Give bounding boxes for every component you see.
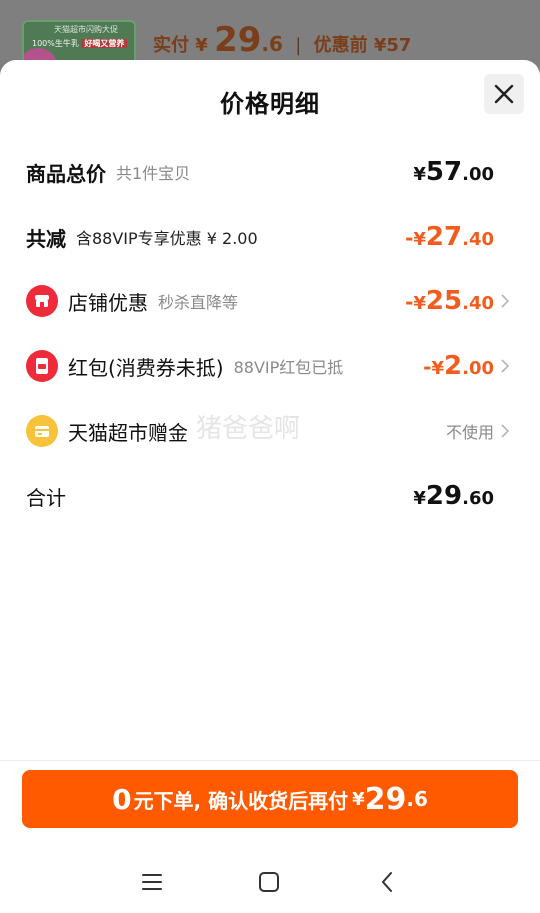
red-packet-icon [26,350,58,382]
row-total-reduction: 共减 含88VIP专享优惠 ¥ 2.00 -¥27.40 [26,217,514,257]
close-button[interactable] [484,74,524,114]
chevron-right-icon [500,421,514,441]
chevron-right-icon [500,356,514,376]
reduction-amount: -¥27.40 [405,222,494,252]
back-button[interactable] [369,864,405,900]
reduction-vip-note: 含88VIP专享优惠 ¥ 2.00 [76,229,258,248]
price-detail-sheet: 价格明细 商品总价 共1件宝贝 ¥57.00 共减 含88VIP专享优惠 ¥ 2… [0,60,540,913]
row-red-packet[interactable]: 红包(消费券未抵) 88VIP红包已抵 -¥2.00 [26,346,514,386]
divider [0,760,540,761]
thumbnail-slogan: 100%生牛乳 好喝又营养 [32,38,128,49]
red-packet-label: 红包(消费券未抵) [68,355,224,380]
grand-total-amount: ¥29.60 [413,481,494,511]
paid-price-summary: 实付 ¥ 29.6 | 优惠前 ¥57 [153,20,412,60]
back-icon [381,872,392,892]
grand-total-label: 合计 [26,485,66,510]
store-icon [26,285,58,317]
row-store-discount[interactable]: 店铺优惠 秒杀直降等 -¥25.40 [26,281,514,321]
red-packet-amount: -¥2.00 [423,351,494,381]
store-discount-label: 店铺优惠 [68,290,148,315]
store-discount-note: 秒杀直降等 [158,293,239,312]
goods-count: 共1件宝贝 [116,164,191,183]
thumbnail-banner-text: 天猫超市闪购大促 [54,25,118,34]
red-packet-note: 88VIP红包已抵 [233,358,344,377]
home-icon [259,872,279,892]
chevron-right-icon [500,291,514,311]
goods-total-label: 商品总价 [26,161,106,186]
system-navigation-bar [0,850,540,913]
goods-total-amount: ¥57.00 [413,157,494,187]
row-goods-total: 商品总价 共1件宝贝 ¥57.00 [26,152,514,192]
store-discount-amount: -¥25.40 [405,286,494,316]
gift-card-icon [26,415,58,447]
reduction-label: 共减 [26,226,66,251]
row-grand-total: 合计 ¥29.60 [26,476,514,516]
watermark: 猪爸爸啊 [196,414,301,444]
menu-icon [142,874,162,890]
gift-credit-status: 不使用 [445,423,494,442]
menu-button[interactable] [134,864,170,900]
place-order-button[interactable]: 0 元下单, 确认收货后再付 ¥ 29.6 [22,770,518,828]
home-button[interactable] [251,864,287,900]
sheet-title: 价格明细 [220,90,320,118]
gift-credit-label: 天猫超市赠金 [68,420,188,445]
close-icon [494,84,514,104]
